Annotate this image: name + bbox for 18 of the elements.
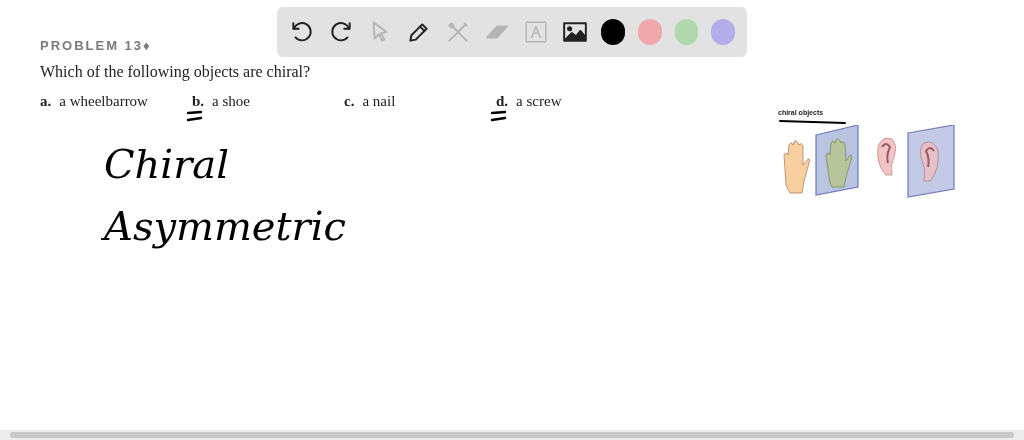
color-swatch[interactable] <box>711 19 735 45</box>
option-letter: a. <box>40 91 52 111</box>
option-letter: b. <box>192 91 205 111</box>
option-text: a nail <box>362 91 396 111</box>
horizontal-scrollbar[interactable] <box>0 430 1024 440</box>
option-text: a shoe <box>212 91 250 111</box>
option-letter: d. <box>496 91 509 111</box>
image-icon[interactable] <box>562 19 588 45</box>
underline-stroke <box>778 118 848 125</box>
option-text: a screw <box>516 91 562 111</box>
option-text: a wheelbarrow <box>59 91 148 111</box>
problem-heading: PROBLEM 13♦ <box>40 37 153 55</box>
color-swatch[interactable] <box>637 19 662 45</box>
question-text: Which of the following objects are chiral? <box>40 61 312 83</box>
option-letter: c. <box>344 91 355 111</box>
handwritten-word: Chiral <box>104 140 230 188</box>
color-swatch[interactable] <box>601 19 625 45</box>
color-swatch[interactable] <box>674 19 699 45</box>
